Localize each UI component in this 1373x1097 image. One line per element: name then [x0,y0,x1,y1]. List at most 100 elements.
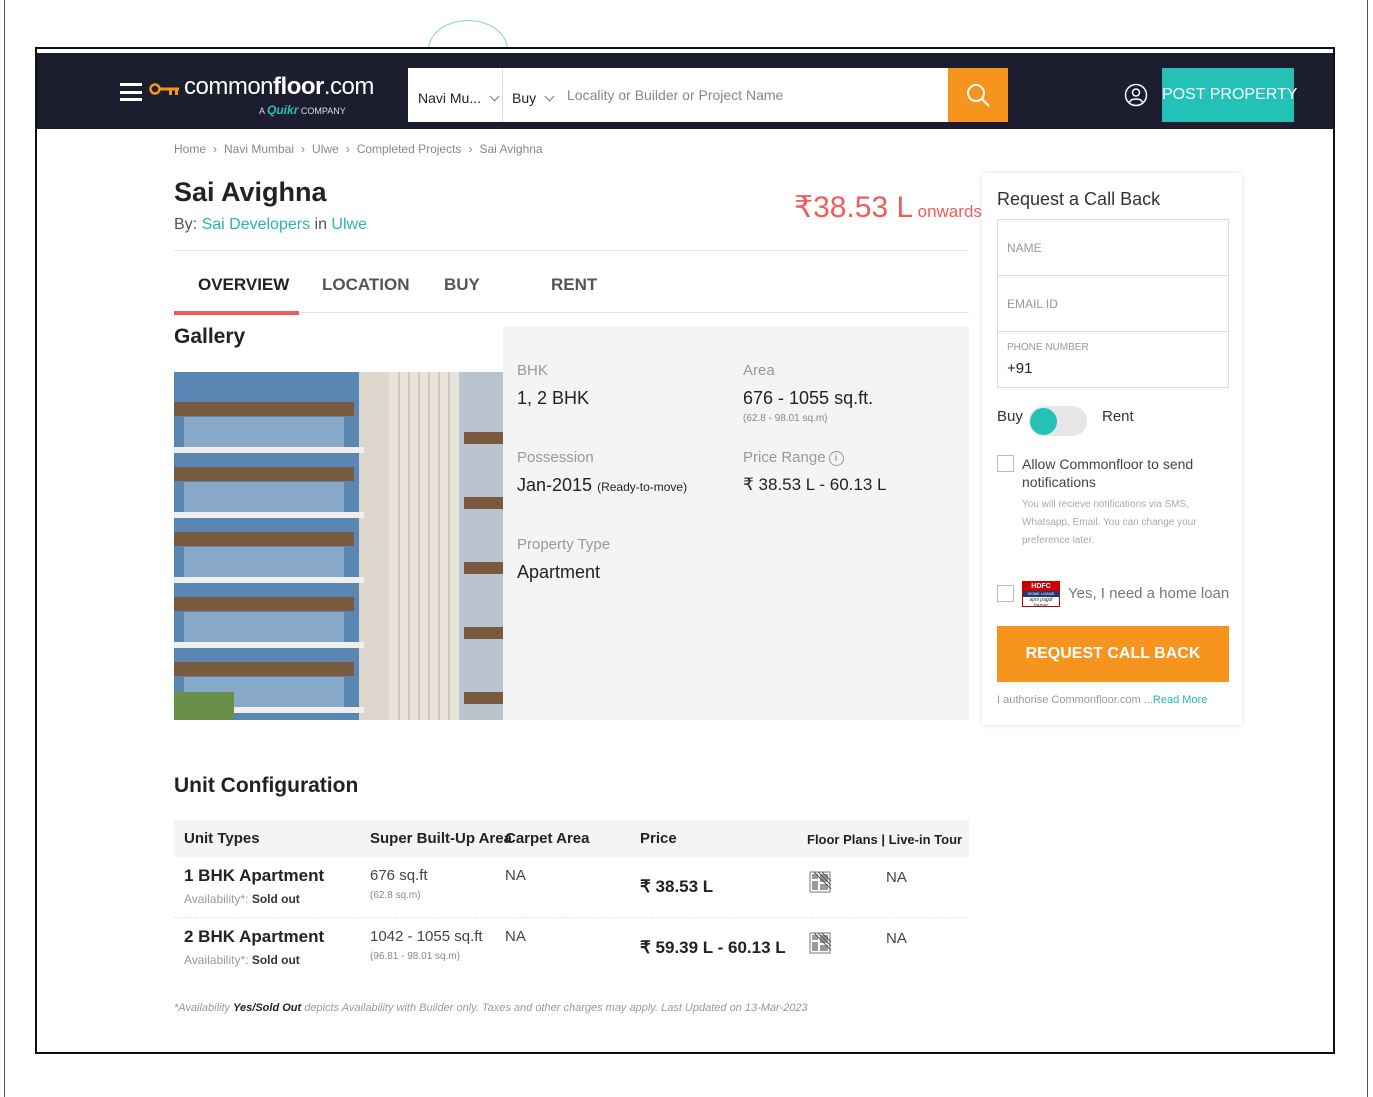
logo-wordmark: commonfloor.com [184,73,374,100]
project-building-image[interactable] [174,372,503,720]
unit-live-tour: NA [886,869,907,886]
area-sqm: (62.8 - 98.01 sq.m) [743,413,828,424]
request-call-back-button[interactable]: REQUEST CALL BACK [997,626,1229,682]
name-input[interactable] [998,220,1228,275]
unit-carpet: NA [505,867,526,884]
property-type-label: Property Type [517,536,611,553]
chevron-down-icon [544,91,555,102]
breadcrumb-category[interactable]: Completed Projects [357,142,462,156]
key-icon [149,83,179,95]
unit-carpet: NA [505,928,526,945]
gallery-heading: Gallery [174,325,246,348]
col-unit-types: Unit Types [184,830,260,847]
hdfc-logo: HDFC HOME LOANS apni pagdi hamar [1022,581,1060,609]
area-label: Area [743,362,775,379]
chevron-right-icon: › [345,142,350,156]
browser-screenshot: commonfloor.com A Quikr COMPANY Navi Mu.… [35,47,1335,1054]
unit-live-tour: NA [886,930,907,947]
col-carpet-area: Carpet Area [505,830,590,847]
phone-label: PHONE NUMBER [1007,342,1089,353]
project-price: ₹38.53 L onwards [794,191,982,224]
info-icon[interactable]: i [828,450,844,466]
notifications-label: Allow Commonfloor to send notifications [1022,456,1194,490]
area-value: 676 - 1055 sq.ft. [743,388,874,408]
tab-location[interactable]: LOCATION [322,275,410,295]
toggle-knob [1030,408,1057,435]
chevron-down-icon [489,91,500,102]
city-dropdown[interactable]: Navi Mu... [408,68,503,122]
breadcrumb-current: Sai Avighna [479,142,543,156]
home-loan-label: Yes, I need a home loan [1068,585,1230,602]
unit-availability: Availability*: Sold out [184,953,300,967]
active-tab-indicator [174,311,299,315]
search-input[interactable] [563,68,948,122]
unit-area: 676 sq.ft [370,867,428,884]
project-tabs: OVERVIEW LOCATION BUY RENT [174,263,969,315]
bhk-label: BHK [517,362,548,379]
unit-availability: Availability*: Sold out [184,892,300,906]
unit-type: 1 BHK Apartment [184,866,325,885]
unit-configuration-table: Unit Types Super Built-Up Area Carpet Ar… [174,820,969,979]
chevron-right-icon: › [213,142,218,156]
top-navbar: commonfloor.com A Quikr COMPANY Navi Mu.… [37,49,1333,129]
breadcrumb: Home › Navi Mumbai › Ulwe › Completed Proje… [174,142,543,156]
notifications-checkbox[interactable] [997,455,1014,472]
tab-overview[interactable]: OVERVIEW [198,275,289,295]
email-input[interactable] [998,276,1228,331]
buy-rent-toggle[interactable] [1029,406,1087,436]
floor-plan-icon[interactable] [809,931,833,955]
read-more-link[interactable]: Read More [1153,694,1207,706]
chevron-right-icon: › [301,142,306,156]
price-range-value: ₹ 38.53 L - 60.13 L [743,475,887,494]
post-property-button[interactable]: POST PROPERTY [1162,68,1297,122]
possession-value: Jan-2015 (Ready-to-move) [517,475,688,495]
tab-rent[interactable]: RENT [551,275,597,295]
phone-field[interactable]: PHONE NUMBER +91 [997,331,1229,388]
name-field [997,219,1229,276]
project-byline: By: Sai Developers in Ulwe [174,216,367,233]
project-title: Sai Avighna [174,177,327,207]
logo-tagline: A Quikr COMPANY [259,103,346,117]
email-field [997,275,1229,332]
unit-area: 1042 - 1055 sq.ft [370,928,483,945]
property-type-value: Apartment [517,562,601,582]
col-price: Price [640,830,677,847]
possession-label: Possession [517,449,594,466]
unit-configuration-heading: Unit Configuration [174,774,359,797]
bhk-value: 1, 2 BHK [517,388,590,408]
unit-price: ₹ 38.53 L [640,877,714,896]
table-header: Unit Types Super Built-Up Area Carpet Ar… [174,820,969,857]
hamburger-menu-icon[interactable] [120,83,142,101]
home-loan-checkbox[interactable] [997,585,1014,602]
unit-price: ₹ 59.39 L - 60.13 L [640,938,786,957]
tab-buy[interactable]: BUY [444,275,480,295]
search-bar: Navi Mu... Buy [408,68,1008,122]
breadcrumb-locality[interactable]: Ulwe [312,142,339,156]
floor-plan-icon[interactable] [809,870,833,894]
search-button[interactable] [948,68,1008,122]
table-row: 2 BHK Apartment Availability*: Sold out … [174,918,969,979]
request-callback-form: Request a Call Back PHONE NUMBER +91 Buy… [982,173,1242,725]
price-range-label: Price Range i [743,449,844,466]
table-row: 1 BHK Apartment Availability*: Sold out … [174,857,969,918]
locality-link[interactable]: Ulwe [331,216,367,233]
divider [174,250,969,251]
breadcrumb-home[interactable]: Home [174,142,206,156]
developer-link[interactable]: Sai Developers [202,216,311,233]
buy-rent-dropdown[interactable]: Buy [503,68,558,122]
buy-rent-toggle-row: Buy Rent [997,406,1134,436]
toggle-rent-label: Rent [1102,408,1134,425]
unit-area-sqm: (96.81 - 98.01 sq.m) [370,951,461,962]
project-facts-panel: BHK 1, 2 BHK Area 676 - 1055 sq.ft. (62.… [503,326,969,720]
unit-area-sqm: (62.8 sq.m) [370,890,421,901]
unit-type: 2 BHK Apartment [184,927,325,946]
notifications-help: You will recieve notifications via SMS, … [1022,499,1197,546]
user-account-icon[interactable] [1124,83,1148,107]
search-icon [967,84,990,107]
breadcrumb-city[interactable]: Navi Mumbai [224,142,294,156]
authorise-text: I authorise Commonfloor.com ...Read More [997,694,1208,706]
toggle-buy-label: Buy [997,408,1023,425]
form-title: Request a Call Back [997,189,1161,209]
col-floor-plans: Floor Plans | Live-in Tour [807,832,963,847]
chevron-right-icon: › [468,142,473,156]
